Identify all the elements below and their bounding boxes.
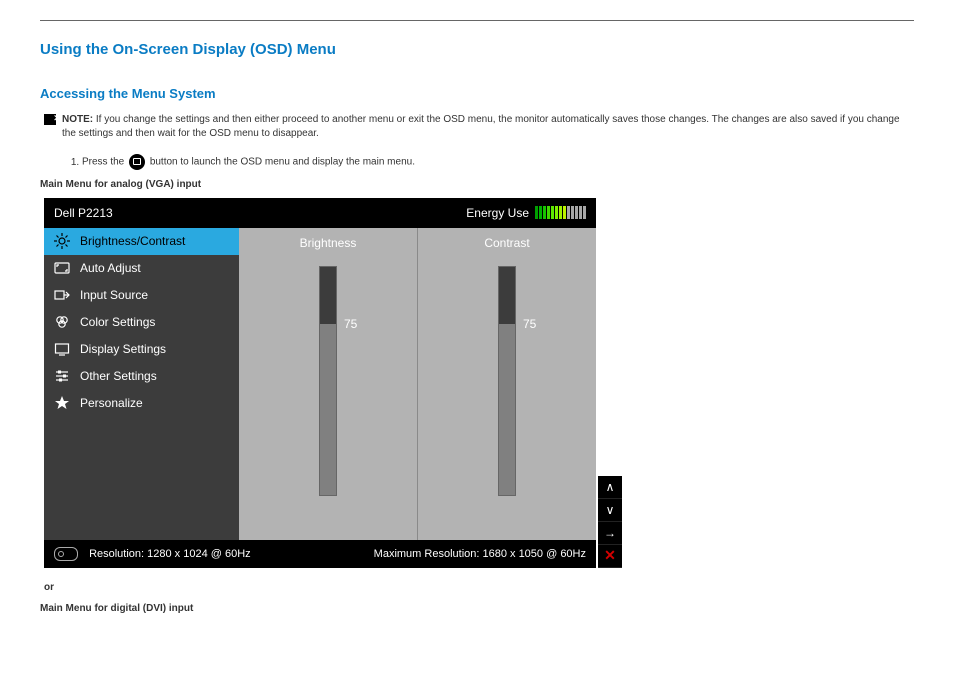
osd-wrapper: Dell P2213 Energy Use Brightness/Contras…	[44, 198, 628, 568]
energy-seg	[535, 206, 538, 219]
brightness-pane: Brightness 75	[239, 228, 417, 540]
energy-seg	[555, 206, 558, 219]
note-row: NOTE: If you change the settings and the…	[40, 113, 914, 140]
energy-seg	[583, 206, 586, 219]
note-label: NOTE:	[62, 114, 93, 125]
sub-heading: Accessing the Menu System	[40, 86, 914, 101]
brightness-slider[interactable]: 75	[319, 266, 337, 496]
caption-vga: Main Menu for analog (VGA) input	[40, 179, 914, 190]
energy-seg	[539, 206, 542, 219]
step-list: Press the button to launch the OSD menu …	[40, 154, 914, 171]
note-text: NOTE: If you change the settings and the…	[62, 113, 914, 140]
osd-item-label: Brightness/Contrast	[80, 234, 185, 248]
osd-body: Brightness/Contrast Auto Adjust Input Sour…	[44, 228, 596, 540]
osd-item-brightness-contrast[interactable]: Brightness/Contrast	[44, 228, 239, 255]
nav-down-button[interactable]: ∨	[598, 499, 622, 522]
footer-left: Resolution: 1280 x 1024 @ 60Hz	[54, 547, 251, 561]
note-icon	[44, 114, 56, 125]
osd-item-color-settings[interactable]: Color Settings	[44, 309, 239, 336]
osd-item-label: Input Source	[80, 288, 148, 302]
energy-seg	[567, 206, 570, 219]
or-label: or	[44, 582, 914, 593]
contrast-fill	[499, 267, 515, 325]
timings-icon	[54, 547, 78, 561]
other-settings-icon	[54, 368, 70, 384]
contrast-label: Contrast	[484, 236, 529, 250]
step-1-post: button to launch the OSD menu and displa…	[150, 157, 415, 168]
menu-button-icon	[129, 154, 145, 170]
osd-item-label: Color Settings	[80, 315, 155, 329]
display-settings-icon	[54, 341, 70, 357]
caption-dvi: Main Menu for digital (DVI) input	[40, 603, 914, 614]
resolution-text: Resolution: 1280 x 1024 @ 60Hz	[89, 548, 251, 560]
note-body: If you change the settings and then eith…	[62, 114, 900, 139]
energy-seg	[547, 206, 550, 219]
top-rule	[40, 20, 914, 21]
osd-footer: Resolution: 1280 x 1024 @ 60Hz Maximum R…	[44, 540, 596, 568]
main-heading: Using the On-Screen Display (OSD) Menu	[40, 41, 914, 58]
osd-item-label: Personalize	[80, 396, 143, 410]
nav-close-button[interactable]: ✕	[598, 545, 622, 568]
step-1-pre: Press the	[82, 157, 124, 168]
osd-item-label: Display Settings	[80, 342, 166, 356]
osd-item-label: Auto Adjust	[80, 261, 141, 275]
auto-adjust-icon	[54, 260, 70, 276]
osd-header: Dell P2213 Energy Use	[44, 198, 596, 228]
energy-seg	[579, 206, 582, 219]
brightness-icon	[54, 233, 70, 249]
brightness-fill	[320, 267, 336, 325]
color-settings-icon	[54, 314, 70, 330]
osd-item-personalize[interactable]: Personalize	[44, 390, 239, 417]
energy-seg	[551, 206, 554, 219]
contrast-value: 75	[523, 317, 536, 331]
contrast-pane: Contrast 75	[417, 228, 596, 540]
energy-seg	[559, 206, 562, 219]
energy-seg	[543, 206, 546, 219]
nav-up-button[interactable]: ∧	[598, 476, 622, 499]
contrast-slider[interactable]: 75	[498, 266, 516, 496]
energy-seg	[563, 206, 566, 219]
input-source-icon	[54, 287, 70, 303]
osd-item-label: Other Settings	[80, 369, 157, 383]
osd-panel: Dell P2213 Energy Use Brightness/Contras…	[44, 198, 596, 568]
osd-content: Brightness 75 Contrast 75	[239, 228, 596, 540]
personalize-icon	[54, 395, 70, 411]
side-buttons: ∧ ∨ → ✕	[598, 476, 622, 568]
energy-segments	[535, 206, 586, 219]
osd-model: Dell P2213	[54, 206, 113, 220]
osd-menu: Brightness/Contrast Auto Adjust Input Sour…	[44, 228, 239, 540]
energy-bar: Energy Use	[466, 206, 586, 220]
energy-seg	[575, 206, 578, 219]
osd-item-auto-adjust[interactable]: Auto Adjust	[44, 255, 239, 282]
step-1: Press the button to launch the OSD menu …	[82, 154, 914, 171]
brightness-label: Brightness	[300, 236, 357, 250]
nav-enter-button[interactable]: →	[598, 522, 622, 545]
energy-seg	[571, 206, 574, 219]
max-resolution-text: Maximum Resolution: 1680 x 1050 @ 60Hz	[374, 548, 586, 560]
osd-item-display-settings[interactable]: Display Settings	[44, 336, 239, 363]
osd-item-input-source[interactable]: Input Source	[44, 282, 239, 309]
osd-item-other-settings[interactable]: Other Settings	[44, 363, 239, 390]
brightness-value: 75	[344, 317, 357, 331]
energy-label: Energy Use	[466, 206, 529, 220]
